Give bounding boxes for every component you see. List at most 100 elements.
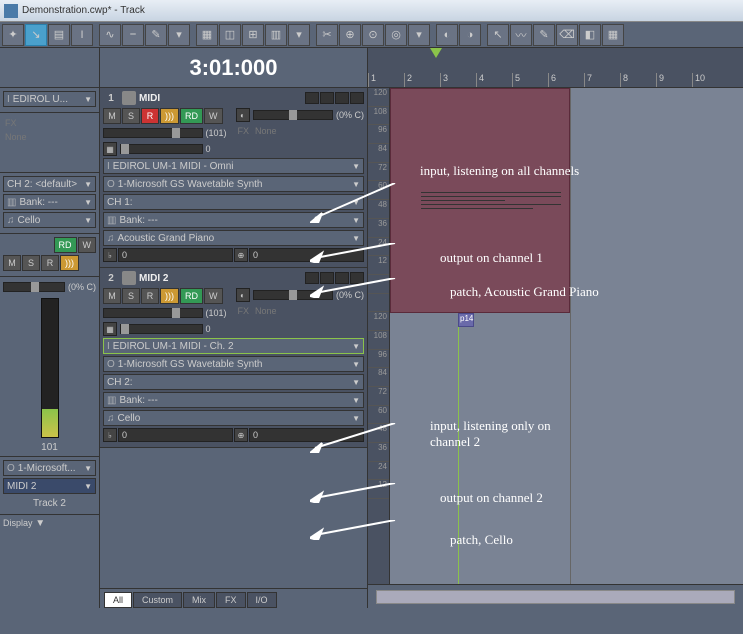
key-field[interactable]: 0 [118, 428, 233, 442]
solo-button[interactable]: S [22, 255, 40, 271]
tool-button[interactable]: ⊞ [242, 24, 264, 46]
slider-icon: ▦ [103, 142, 117, 156]
mini-button[interactable] [350, 92, 364, 104]
pan-slider[interactable] [253, 110, 333, 120]
solo-button[interactable]: S [122, 108, 140, 124]
tool-button[interactable]: ◫ [219, 24, 241, 46]
tool-button[interactable]: ⊙ [362, 24, 384, 46]
w-button[interactable]: W [204, 288, 223, 304]
fx-label: FX [236, 304, 252, 318]
timecode-display: 3:01:000 [100, 48, 367, 88]
pan-icon: ◐ [236, 288, 250, 302]
record-button[interactable]: R [141, 108, 159, 124]
tool-button[interactable]: ▾ [408, 24, 430, 46]
rd-button[interactable]: RD [180, 288, 203, 304]
mini-button[interactable] [335, 92, 349, 104]
tool-button[interactable]: I [71, 24, 93, 46]
tool-button[interactable]: ↘ [25, 24, 47, 46]
mute-button[interactable]: M [3, 255, 21, 271]
inspector-bank-dropdown[interactable]: ▥Bank: ---▼ [3, 194, 96, 210]
bottom-bar [368, 584, 743, 608]
tab-all[interactable]: All [104, 592, 132, 608]
w-button[interactable]: W [78, 237, 97, 253]
vel-slider[interactable] [120, 144, 203, 154]
echo-button[interactable]: ))) [160, 288, 179, 304]
track-name[interactable]: MIDI [139, 93, 302, 104]
echo-button[interactable]: ))) [160, 108, 179, 124]
track-header: 1 MIDI M S R ))) RD W (101) ▦0 ◐(0% C) F… [100, 88, 367, 268]
pan-slider[interactable] [3, 282, 65, 292]
tool-button[interactable]: ▦ [196, 24, 218, 46]
echo-button[interactable]: ))) [60, 255, 79, 271]
track-input-dropdown[interactable]: IEDIROL UM-1 MIDI - Ch. 2▼ [103, 338, 364, 354]
tool-button[interactable]: ◑ [459, 24, 481, 46]
tool-button[interactable]: ◐ [436, 24, 458, 46]
midi-clip[interactable] [390, 88, 570, 313]
tool-button[interactable]: ✎ [533, 24, 555, 46]
track-bank-dropdown[interactable]: ▥Bank: ---▼ [103, 392, 364, 408]
clip-label[interactable]: p14 [458, 313, 474, 327]
ruler-mark: 9 [656, 73, 664, 87]
tab-mix[interactable]: Mix [183, 592, 215, 608]
key-icon: ♭ [103, 428, 117, 442]
record-button[interactable]: R [141, 288, 159, 304]
tool-button[interactable]: ▦ [602, 24, 624, 46]
tab-fx[interactable]: FX [216, 592, 246, 608]
tool-button[interactable]: ⌫ [556, 24, 578, 46]
slider-icon: ▦ [103, 322, 117, 336]
volume-meter[interactable] [41, 298, 59, 438]
inspector-input-dropdown[interactable]: IEDIROL U...▼ [3, 91, 96, 107]
tab-io[interactable]: I/O [247, 592, 277, 608]
horizontal-scrollbar[interactable] [376, 590, 735, 604]
tool-button[interactable]: ↖ [487, 24, 509, 46]
record-button[interactable]: R [41, 255, 59, 271]
tool-button[interactable]: 〰 [510, 24, 532, 46]
tool-button[interactable]: ✎ [145, 24, 167, 46]
inspector-top [0, 48, 99, 88]
rd-button[interactable]: RD [54, 237, 77, 253]
tool-button[interactable]: ▤ [48, 24, 70, 46]
inspector-output-dropdown[interactable]: O1-Microsoft...▼ [3, 460, 96, 476]
vel-slider[interactable] [120, 324, 203, 334]
solo-button[interactable]: S [122, 288, 140, 304]
track-input-dropdown[interactable]: IEDIROL UM-1 MIDI - Omni▼ [103, 158, 364, 174]
rd-button[interactable]: RD [180, 108, 203, 124]
track-name[interactable]: MIDI 2 [139, 273, 302, 284]
volume-slider[interactable] [103, 128, 203, 138]
tool-button[interactable]: ⊕ [339, 24, 361, 46]
volume-slider[interactable] [103, 308, 203, 318]
pan-icon: ◐ [236, 108, 250, 122]
ruler-mark: 7 [584, 73, 592, 87]
ruler-mark: 3 [440, 73, 448, 87]
track-ch-dropdown[interactable]: CH 2: ▼ [103, 374, 364, 390]
tool-button[interactable]: ✦ [2, 24, 24, 46]
tool-button[interactable]: ▾ [168, 24, 190, 46]
mute-button[interactable]: M [103, 108, 121, 124]
tool-button[interactable]: ▾ [288, 24, 310, 46]
fx-none: None [3, 130, 96, 144]
fx-none: None [253, 304, 279, 318]
ruler-mark: 4 [476, 73, 484, 87]
inspector-midi-dropdown[interactable]: MIDI 2▼ [3, 478, 96, 494]
clip-canvas[interactable]: p14 input, listening on all channels out… [390, 88, 743, 584]
tool-button[interactable]: ◎ [385, 24, 407, 46]
inspector-ch-dropdown[interactable]: CH 2: <default>▼ [3, 176, 96, 192]
tool-button[interactable]: ∿ [99, 24, 121, 46]
inspector-patch-dropdown[interactable]: ♫Cello▼ [3, 212, 96, 228]
window-title: Demonstration.cwp* - Track [22, 5, 145, 16]
tool-button[interactable]: ✂ [316, 24, 338, 46]
tool-button[interactable]: ◧ [579, 24, 601, 46]
annotation: patch, Acoustic Grand Piano [450, 284, 599, 300]
mute-button[interactable]: M [103, 288, 121, 304]
key-field[interactable]: 0 [118, 248, 233, 262]
mini-button[interactable] [320, 92, 334, 104]
mini-button[interactable] [305, 92, 319, 104]
tab-custom[interactable]: Custom [133, 592, 182, 608]
tool-button[interactable]: ▥ [265, 24, 287, 46]
track-output-dropdown[interactable]: O1-Microsoft GS Wavetable Synth▼ [103, 356, 364, 372]
w-button[interactable]: W [204, 108, 223, 124]
playhead-icon[interactable] [430, 48, 442, 58]
annotation: output on channel 1 [440, 250, 543, 266]
timeline-ruler[interactable]: 12345678910 [368, 48, 743, 88]
tool-button[interactable]: ⎯ [122, 24, 144, 46]
